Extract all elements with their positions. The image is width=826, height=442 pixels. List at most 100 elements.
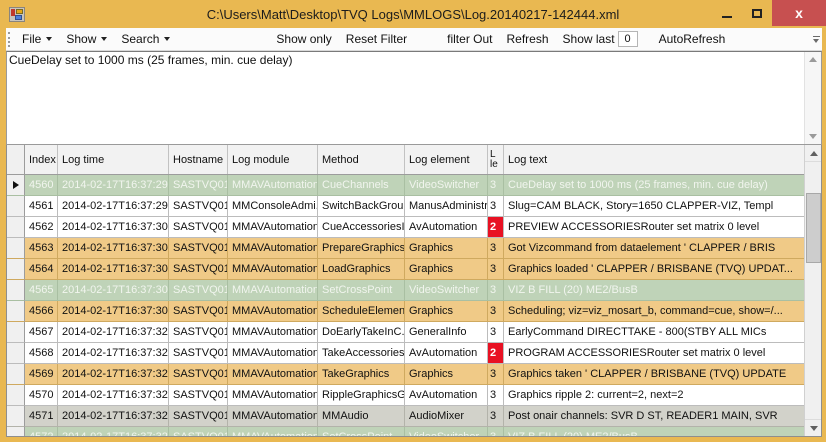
table-row[interactable]: 4569 2014-02-17T16:37:32... SASTVQ01 MMA… [7,364,804,385]
cell-hostname: SASTVQ01 [169,301,228,322]
scroll-down-icon[interactable] [809,134,817,139]
cell-log-time: 2014-02-17T16:37:29... [58,175,169,196]
row-selector-cell[interactable] [7,238,25,259]
cell-method: MMAudio [318,406,405,427]
header-log-level[interactable]: L le [488,145,504,174]
table-row[interactable]: 4561 2014-02-17T16:37:29... SASTVQ01 MMC… [7,196,804,217]
toolbar-overflow-button[interactable] [811,31,821,47]
cell-log-time: 2014-02-17T16:37:30... [58,280,169,301]
cell-hostname: SASTVQ01 [169,322,228,343]
header-level-line1: L [490,150,496,160]
cell-log-element: Graphics [405,238,488,259]
table-row[interactable]: 4563 2014-02-17T16:37:30... SASTVQ01 MMA… [7,238,804,259]
show-last-count-input[interactable]: 0 [618,31,638,47]
cell-index: 4567 [25,322,58,343]
titlebar[interactable]: C:\Users\Matt\Desktop\TVQ Logs\MMLOGS\Lo… [0,0,826,28]
header-log-module[interactable]: Log module [228,145,318,174]
cell-hostname: SASTVQ01 [169,196,228,217]
cell-log-module: MMAVAutomation [228,301,318,322]
cell-log-time: 2014-02-17T16:37:30... [58,301,169,322]
header-log-element[interactable]: Log element [405,145,488,174]
header-log-text[interactable]: Log text [504,145,804,174]
row-selector-cell[interactable] [7,217,25,238]
minimize-button[interactable] [712,0,742,26]
cell-hostname: SASTVQ01 [169,364,228,385]
row-selector-cell[interactable] [7,385,25,406]
row-selector-cell[interactable] [7,259,25,280]
cell-log-text: Graphics taken ' CLAPPER / BRISBANE (TVQ… [504,364,804,385]
row-selector-cell[interactable] [7,343,25,364]
cell-hostname: SASTVQ01 [169,175,228,196]
cell-log-level: 2 [488,217,504,238]
cell-log-element: AvAutomation [405,217,488,238]
cell-hostname: SASTVQ01 [169,280,228,301]
menu-file[interactable]: File [15,28,59,50]
cell-log-level: 3 [488,322,504,343]
show-only-button[interactable]: Show only [269,28,338,50]
table-row[interactable]: 4571 2014-02-17T16:37:32... SASTVQ01 MMA… [7,406,804,427]
grid-scrollbar[interactable] [804,145,821,436]
header-method[interactable]: Method [318,145,405,174]
cell-log-element: Graphics [405,259,488,280]
log-grid: Index Log time Hostname Log module Metho… [6,145,822,437]
cell-log-module: MMConsoleAdmi.. [228,196,318,217]
table-row[interactable]: 4572 2014-02-17T16:37:32... SASTVQ01 MMA… [7,427,804,436]
scroll-up-icon[interactable] [809,57,817,62]
cell-index: 4563 [25,238,58,259]
refresh-button[interactable]: Refresh [500,28,556,50]
toolbar-grip[interactable] [8,32,11,47]
table-row[interactable]: 4568 2014-02-17T16:37:32... SASTVQ01 MMA… [7,343,804,364]
table-row[interactable]: 4562 2014-02-17T16:37:30... SASTVQ01 MMA… [7,217,804,238]
autorefresh-button[interactable]: AutoRefresh [652,28,733,50]
grid-scrollbar-thumb[interactable] [806,193,821,263]
header-index[interactable]: Index [25,145,58,174]
log-detail-panel[interactable]: CueDelay set to 1000 ms (25 frames, min.… [6,51,822,145]
detail-scrollbar[interactable] [804,52,821,144]
cell-log-text: Got Vizcommand from dataelement ' CLAPPE… [504,238,804,259]
reset-filter-button[interactable]: Reset Filter [339,28,414,50]
row-selector-cell[interactable] [7,280,25,301]
cell-log-time: 2014-02-17T16:37:32... [58,427,169,436]
cell-log-element: Graphics [405,364,488,385]
row-selector-cell[interactable] [7,322,25,343]
row-selector-cell[interactable] [7,406,25,427]
menu-search-label: Search [121,32,159,46]
grid-scroll-down-button[interactable] [805,419,822,436]
table-row[interactable]: 4560 2014-02-17T16:37:29... SASTVQ01 MMA… [7,175,804,196]
row-selector-cell[interactable] [7,175,25,196]
menu-show[interactable]: Show [59,28,114,50]
cell-method: SwitchBackGrou.. [318,196,405,217]
filter-out-button[interactable]: filter Out [440,28,499,50]
cell-method: DoEarlyTakeInC... [318,322,405,343]
cell-method: TakeGraphics [318,364,405,385]
table-row[interactable]: 4564 2014-02-17T16:37:30... SASTVQ01 MMA… [7,259,804,280]
toolbar: File Show Search Show only Reset Filter … [6,28,822,51]
table-row[interactable]: 4565 2014-02-17T16:37:30... SASTVQ01 MMA… [7,280,804,301]
cell-log-text: PROGRAM ACCESSORIESRouter set matrix 0 l… [504,343,804,364]
cell-log-module: MMAVAutomation [228,175,318,196]
close-button[interactable]: x [772,0,826,26]
header-log-time[interactable]: Log time [58,145,169,174]
cell-method: LoadGraphics [318,259,405,280]
chevron-down-icon [813,39,819,43]
table-row[interactable]: 4566 2014-02-17T16:37:30... SASTVQ01 MMA… [7,301,804,322]
cell-index: 4562 [25,217,58,238]
header-hostname[interactable]: Hostname [169,145,228,174]
show-last-label[interactable]: Show last [556,28,618,50]
table-row[interactable]: 4567 2014-02-17T16:37:32... SASTVQ01 MMA… [7,322,804,343]
cell-hostname: SASTVQ01 [169,259,228,280]
grid-scroll-up-button[interactable] [805,145,822,162]
row-selector-cell[interactable] [7,196,25,217]
cell-log-time: 2014-02-17T16:37:32... [58,343,169,364]
cell-log-module: MMAVAutomation [228,259,318,280]
menu-search[interactable]: Search [114,28,177,50]
row-selector-cell[interactable] [7,427,25,436]
table-row[interactable]: 4570 2014-02-17T16:37:32... SASTVQ01 MMA… [7,385,804,406]
row-selector-cell[interactable] [7,364,25,385]
app-icon [9,7,25,22]
maximize-button[interactable] [742,0,772,26]
close-icon: x [795,5,803,21]
row-selector-cell[interactable] [7,301,25,322]
cell-index: 4564 [25,259,58,280]
menu-show-label: Show [66,32,96,46]
